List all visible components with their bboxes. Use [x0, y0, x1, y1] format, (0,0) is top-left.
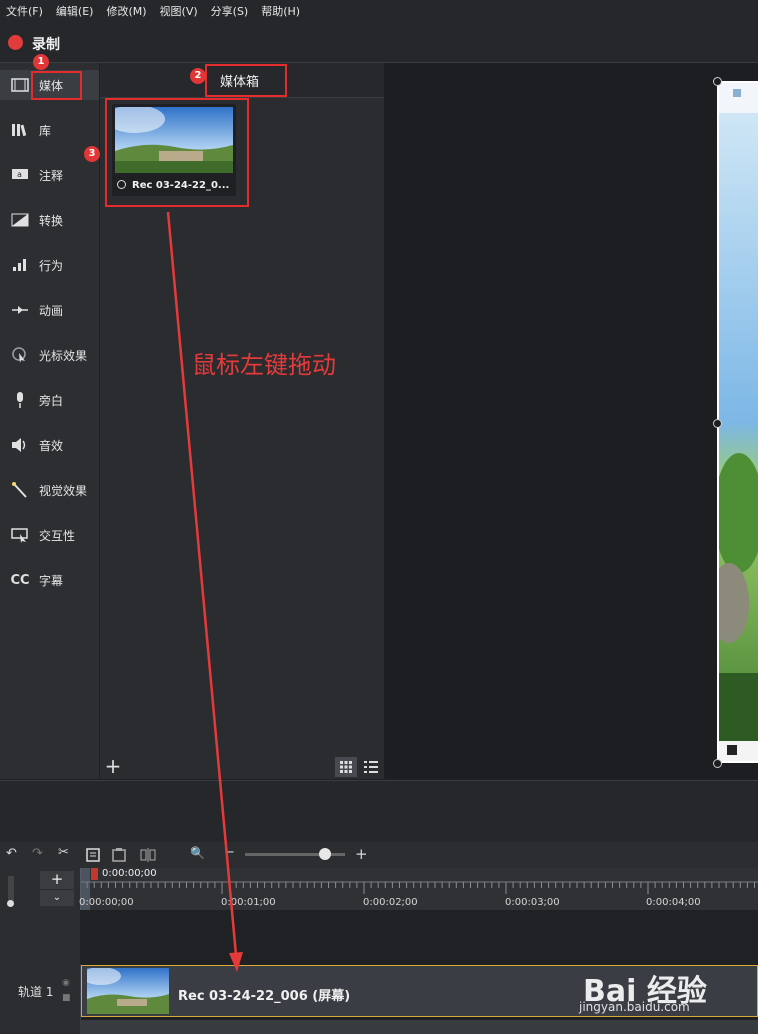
drag-arrow-icon: [166, 211, 243, 972]
baidu-watermark-url: jingyan.baidu.com: [579, 1000, 690, 1014]
